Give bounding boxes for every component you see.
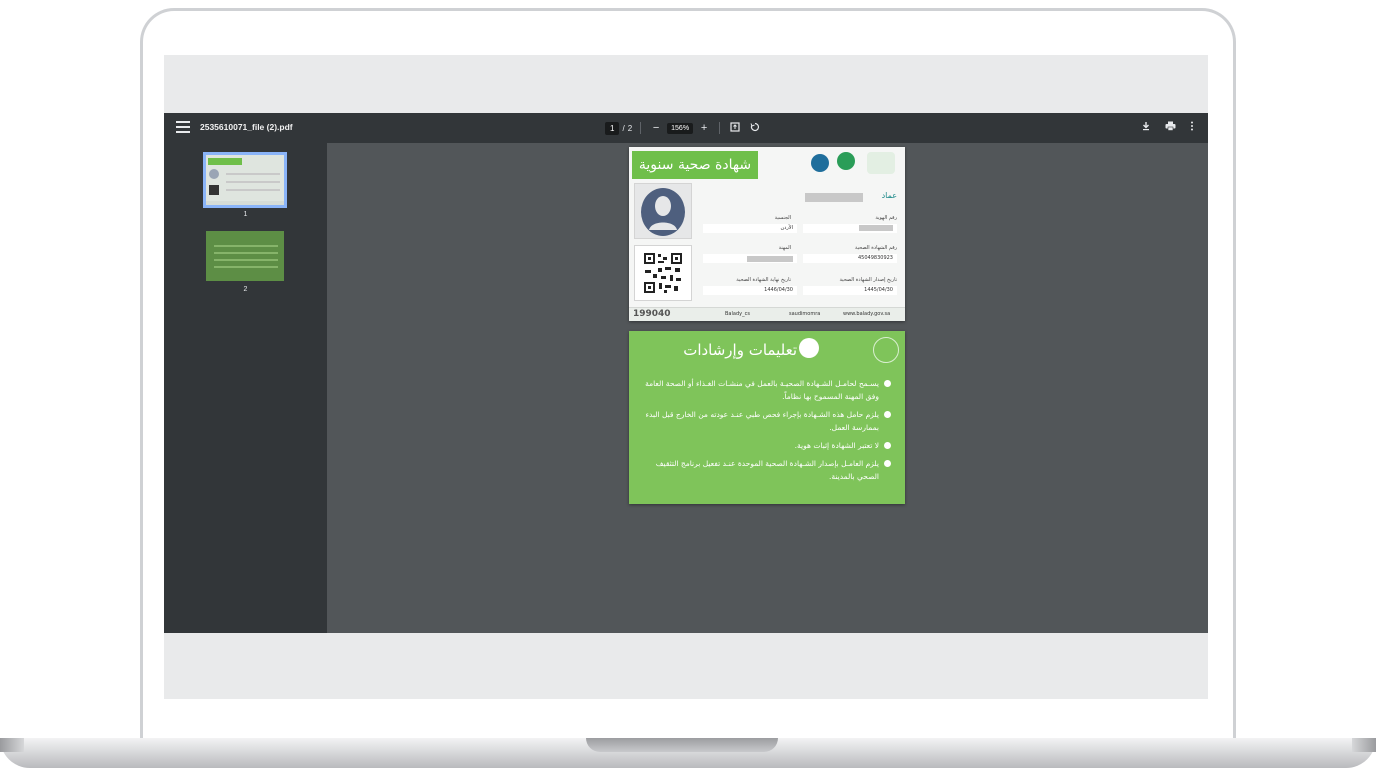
cert-no-field: 45049830923 [803,254,897,263]
rotate-icon[interactable] [748,122,762,135]
certificate-title: شهادة صحية سنوية [632,151,758,179]
id-label: رقم الهوية [875,215,897,221]
total-pages: 2 [627,123,633,133]
instruction-item: يلزم العامـل بإصدار الشـهادة الصحية المو… [633,457,891,483]
page-thumbnail-1[interactable] [203,152,287,208]
page-separator: / [622,123,625,133]
fit-page-icon[interactable] [728,121,742,135]
nationality-field: الأردن [703,224,797,233]
ministry-emblem-icon [873,337,899,363]
instruction-item: يلزم حامل هذه الشـهادة بإجراء فحص طبي عن… [633,408,891,434]
palm-logo-icon [799,338,819,358]
thumbnail-label-1: 1 [243,211,248,218]
toolbar-divider [640,122,642,134]
footer-website: www.balady.gov.sa [843,311,891,317]
pdf-toolbar: 2535610071_file (2).pdf 1 / 2 − 156% + [164,113,1208,143]
thumbnail-sidebar: 1 2 [164,143,327,633]
toolbar-actions [1141,121,1194,134]
expiry-date-field: 1446/04/30 [703,286,797,295]
job-label: المهنة [778,245,791,251]
balady-logo-icon [837,152,855,170]
instructions-page: تعليمات وإرشادات يسـمح لحامـل الشـهادة ا… [629,331,905,504]
menu-icon[interactable] [176,121,190,135]
screen-bottom-area [164,633,1208,699]
more-icon[interactable] [1190,121,1194,134]
job-redacted [747,256,793,262]
qr-code [634,245,692,301]
zoom-input[interactable]: 156% [667,122,694,134]
download-icon[interactable] [1141,121,1151,134]
instruction-item: لا تعتبر الشهادة إثبات هوية. [633,439,891,452]
amanah-logo-icon [811,154,829,172]
name-redacted [805,193,863,202]
user-photo [634,183,692,239]
instructions-list: يسـمح لحامـل الشـهادة الصحيـة بالعمل في … [633,377,891,488]
instructions-title: تعليمات وإرشادات [683,341,797,359]
zoom-out-button[interactable]: − [649,122,663,134]
certificate-footer: 199040 Balady_cs saudimomra www.balady.g… [629,307,905,321]
instruction-item: يسـمح لحامـل الشـهادة الصحيـة بالعمل في … [633,377,891,403]
footer-twitter: Balady_cs [725,311,750,317]
footer-social: saudimomra [789,311,821,317]
thumbnail-label-2: 2 [243,286,248,293]
zoom-in-button[interactable]: + [697,122,711,134]
current-page-input[interactable]: 1 [605,121,620,135]
toolbar-divider [719,122,721,134]
issue-date-field: 1445/04/30 [803,286,897,295]
ministry-logo-icon [867,152,895,174]
pdf-viewer: 2535610071_file (2).pdf 1 / 2 − 156% + 1… [164,113,1208,633]
name-label: عماد [881,191,897,200]
issue-date-label: تاريخ إصدار الشهادة الصحية [839,277,898,283]
print-icon[interactable] [1165,121,1176,134]
expiry-date-label: تاريخ نهاية الشهادة الصحية [736,277,791,283]
id-redacted [859,225,893,231]
laptop-base-edge-right [1352,738,1376,752]
file-name: 2535610071_file (2).pdf [200,122,293,132]
cert-no-label: رقم الشهادة الصحية [854,245,897,251]
ministry-logos [811,152,899,180]
laptop-base-edge-left [0,738,24,752]
certificate-page: شهادة صحية سنوية عماد رقم الهوية الجنسية… [629,147,905,321]
nationality-label: الجنسية [774,215,791,221]
page-thumbnail-2[interactable] [206,231,284,281]
page-controls: 1 / 2 − 156% + [605,120,762,136]
laptop-notch [586,738,778,752]
footer-phone: 199040 [633,309,671,319]
